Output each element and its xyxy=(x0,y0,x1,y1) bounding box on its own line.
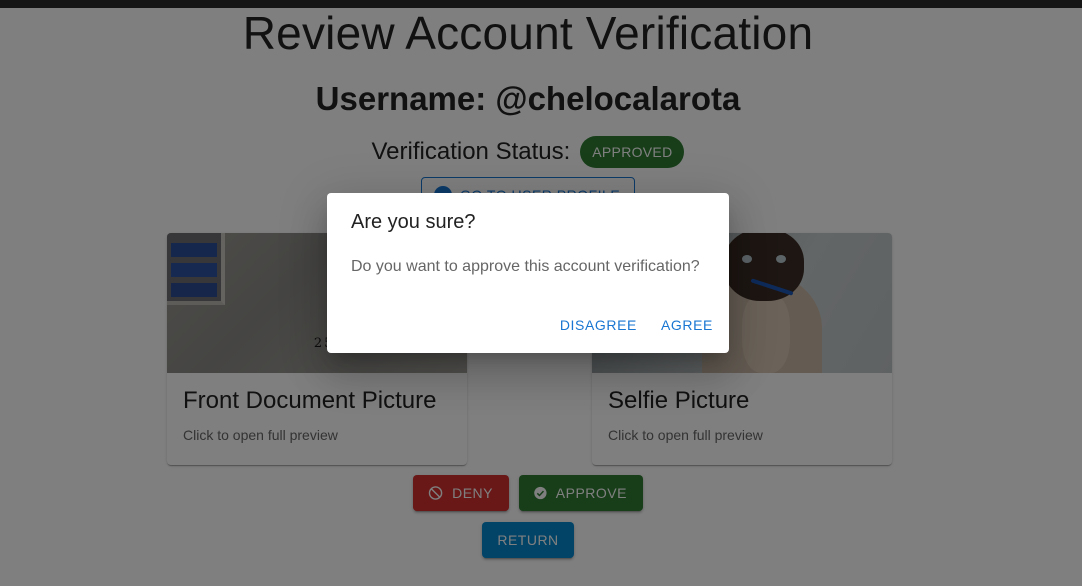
disagree-button[interactable]: DISAGREE xyxy=(560,317,637,333)
dialog-message: Do you want to approve this account veri… xyxy=(351,258,700,275)
agree-button[interactable]: AGREE xyxy=(661,317,713,333)
confirm-dialog: Are you sure? Do you want to approve thi… xyxy=(327,193,729,353)
dialog-title: Are you sure? xyxy=(351,211,476,233)
dialog-actions: DISAGREE AGREE xyxy=(560,317,713,333)
